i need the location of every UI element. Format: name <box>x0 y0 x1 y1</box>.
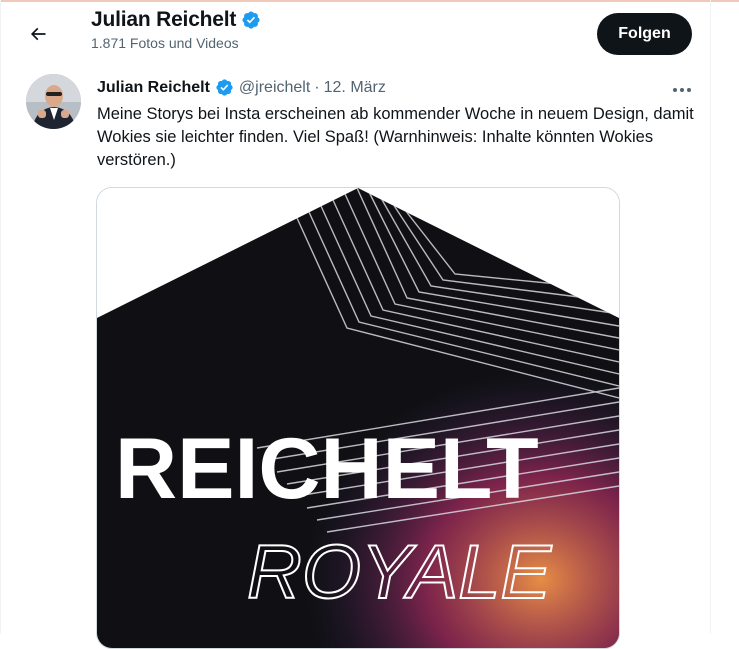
tweet-text: Meine Storys bei Insta erscheinen ab kom… <box>97 105 694 169</box>
tweet-date[interactable]: 12. März <box>324 79 386 97</box>
profile-header: Julian Reichelt 1.871 Fotos und Videos <box>91 8 261 51</box>
verified-badge-icon <box>241 10 261 30</box>
follow-button[interactable]: Folgen <box>597 13 692 55</box>
arrow-left-icon <box>30 27 46 41</box>
tweet-author-handle[interactable]: @jreichelt <box>239 79 310 97</box>
more-options-button[interactable] <box>668 80 696 100</box>
profile-name: Julian Reichelt <box>91 8 237 31</box>
avatar[interactable] <box>26 74 81 129</box>
verified-badge-icon <box>215 78 234 97</box>
tweet-media-image[interactable]: REICHELT ROYALE <box>96 187 620 649</box>
top-rule <box>0 0 739 2</box>
media-title-line1: REICHELT <box>115 421 539 517</box>
tweet-author-name[interactable]: Julian Reichelt <box>97 79 210 97</box>
column-border-right <box>710 0 711 634</box>
more-horizontal-icon <box>673 88 691 92</box>
back-button[interactable] <box>20 16 56 52</box>
tweet-header: Julian Reichelt @jreichelt · 12. März <box>97 78 386 97</box>
media-title-line2: ROYALE <box>247 530 552 615</box>
column-border-left <box>0 0 1 634</box>
separator-dot: · <box>314 78 320 96</box>
media-count: 1.871 Fotos und Videos <box>91 35 239 51</box>
